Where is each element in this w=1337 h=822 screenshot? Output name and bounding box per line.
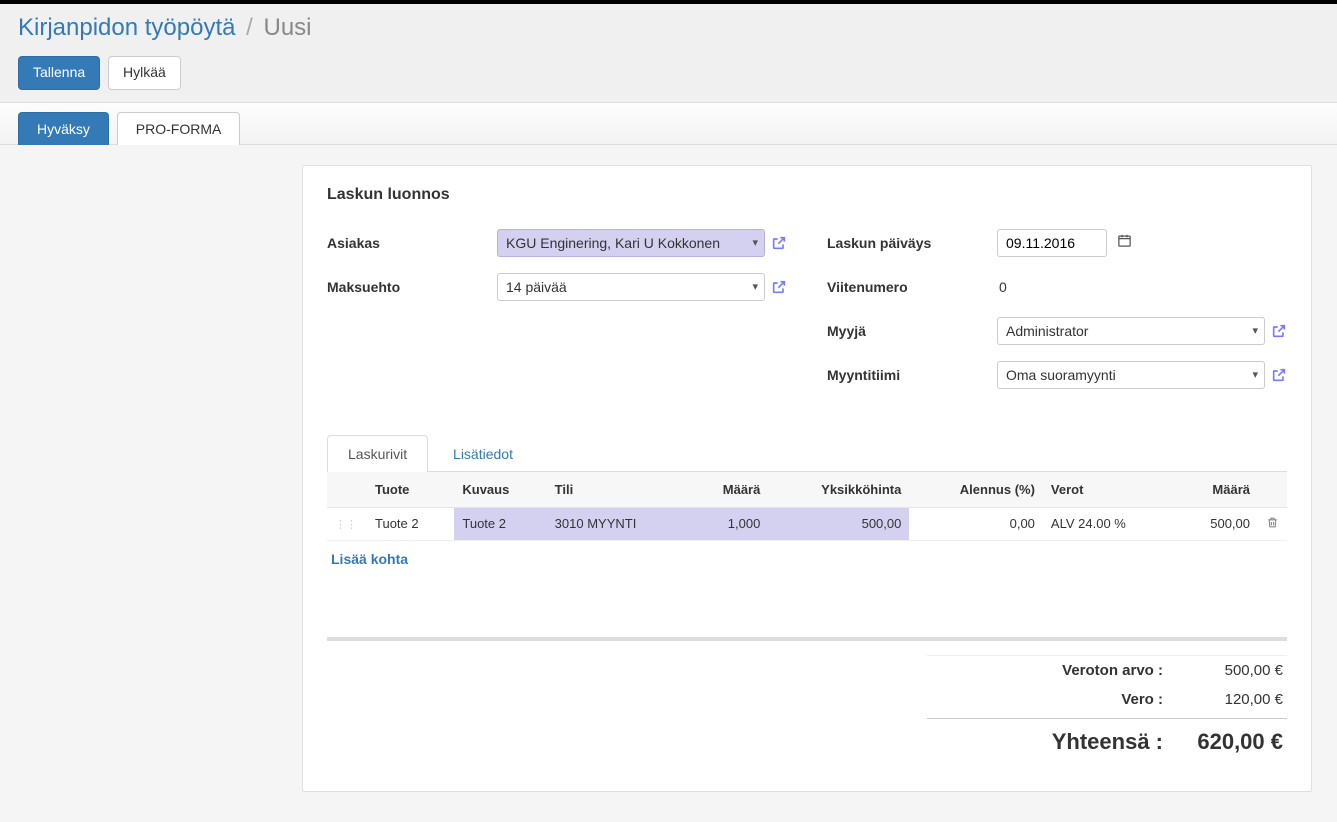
col-product: Tuote [367,472,454,508]
page-header: Kirjanpidon työpöytä / Uusi Tallenna Hyl… [0,4,1337,103]
col-description: Kuvaus [454,472,546,508]
label-invoice-date: Laskun päiväys [827,235,997,251]
label-total: Yhteensä : [931,729,1163,755]
label-payment-term: Maksuehto [327,279,497,295]
external-link-icon[interactable] [1271,322,1287,339]
totals-block: Veroton arvo : 500,00 € Vero : 120,00 € … [927,655,1287,761]
tab-invoice-lines[interactable]: Laskurivit [327,435,428,472]
col-amount: Määrä [1176,472,1258,508]
value-total: 620,00 € [1163,729,1283,755]
cell-unit-price[interactable]: 500,00 [768,507,909,540]
cell-discount[interactable]: 0,00 [909,507,1043,540]
cell-description[interactable]: Tuote 2 [454,507,546,540]
breadcrumb-current: Uusi [264,14,312,41]
cell-taxes[interactable]: ALV 24.00 % [1043,507,1176,540]
breadcrumb-root-link[interactable]: Kirjanpidon työpöytä [18,14,235,41]
label-untaxed: Veroton arvo : [931,662,1163,679]
tab-other-info[interactable]: Lisätiedot [432,435,534,472]
breadcrumb-separator: / [246,14,253,41]
save-button[interactable]: Tallenna [18,56,100,90]
value-untaxed: 500,00 € [1163,662,1283,679]
customer-select[interactable]: KGU Enginering, Kari U Kokkonen [497,229,765,257]
invoice-form-card: Laskun luonnos Asiakas KGU Enginering, K… [302,165,1312,792]
cell-amount: 500,00 [1176,507,1258,540]
label-salesteam: Myyntitiimi [827,367,997,383]
label-tax: Vero : [931,691,1163,708]
external-link-icon[interactable] [771,278,787,295]
tab-approve[interactable]: Hyväksy [18,112,109,145]
delete-row-icon[interactable] [1266,516,1279,532]
label-salesperson: Myyjä [827,323,997,339]
external-link-icon[interactable] [771,234,787,251]
external-link-icon[interactable] [1271,366,1287,383]
drag-handle-icon[interactable]: ⋮⋮ [335,519,357,531]
cell-qty[interactable]: 1,000 [690,507,769,540]
col-unit-price: Yksikköhinta [768,472,909,508]
label-customer: Asiakas [327,235,497,251]
discard-button[interactable]: Hylkää [108,56,181,90]
form-title: Laskun luonnos [327,186,1287,204]
salesperson-select[interactable]: Administrator [997,317,1265,345]
breadcrumb: Kirjanpidon työpöytä / Uusi [18,14,1319,42]
cell-account[interactable]: 3010 MYYNTI [547,507,690,540]
add-line-link[interactable]: Lisää kohta [327,541,412,577]
col-qty: Määrä [690,472,769,508]
payment-term-select[interactable]: 14 päivää [497,273,765,301]
value-tax: 120,00 € [1163,691,1283,708]
tab-proforma[interactable]: PRO-FORMA [117,112,241,145]
reference-value: 0 [997,279,1007,295]
cell-product[interactable]: Tuote 2 [367,507,454,540]
invoice-date-input[interactable] [997,229,1107,257]
col-account: Tili [547,472,690,508]
salesteam-select[interactable]: Oma suoramyynti [997,361,1265,389]
col-discount: Alennus (%) [909,472,1043,508]
calendar-icon[interactable] [1117,233,1132,252]
col-taxes: Verot [1043,472,1176,508]
label-reference: Viitenumero [827,279,997,295]
table-row[interactable]: ⋮⋮ Tuote 2 Tuote 2 3010 MYYNTI 1,000 500… [327,507,1287,540]
status-tabs: Hyväksy PRO-FORMA [0,103,1337,145]
invoice-lines-table: Tuote Kuvaus Tili Määrä Yksikköhinta Ale… [327,472,1287,541]
